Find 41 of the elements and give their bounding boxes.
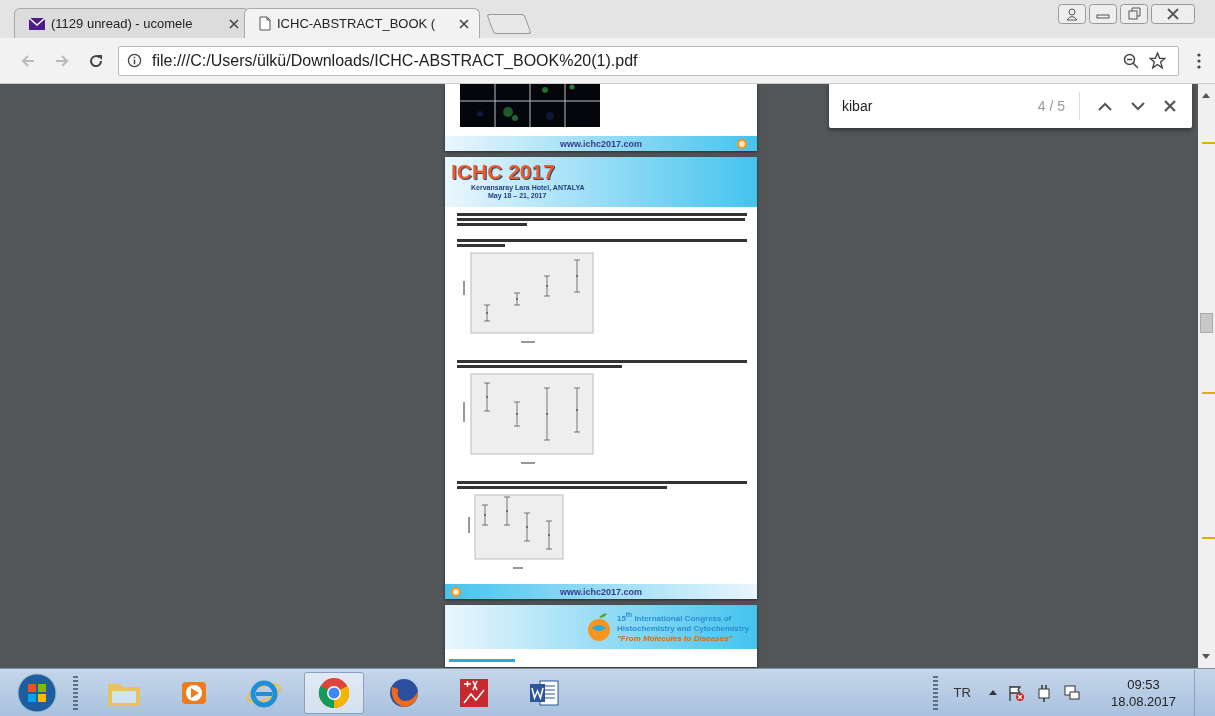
word-document-icon [528, 677, 560, 708]
find-field[interactable]: kibar [842, 98, 1038, 114]
flag-icon[interactable] [1006, 683, 1025, 702]
start-button-icon[interactable] [17, 672, 57, 713]
close-icon[interactable] [459, 18, 469, 29]
chrome-icon [318, 676, 350, 709]
language-indicator[interactable]: TR [953, 685, 971, 700]
fruit-logo-icon [586, 612, 611, 642]
fox-globe-icon [388, 676, 420, 709]
address-field[interactable]: file:///C:/Users/ülkü/Downloads/ICHC-ABSTRACT_BOOK%20(1).pdf [118, 45, 1179, 76]
document-icon [259, 16, 271, 31]
close-icon[interactable] [1164, 100, 1176, 112]
reload-icon[interactable] [88, 52, 104, 69]
zoom-icon[interactable] [1123, 52, 1139, 69]
menu-icon[interactable] [1197, 52, 1201, 69]
blurred-text-drawing [449, 659, 515, 663]
motto-text: "From Molecules to Diseases" [616, 633, 734, 644]
network-icon[interactable] [1062, 683, 1081, 702]
user-icon[interactable] [1058, 4, 1086, 24]
scroll-down-icon[interactable] [1202, 654, 1210, 659]
conference-title: ICHC 2017 [451, 160, 555, 184]
star-icon[interactable] [1149, 52, 1166, 69]
match-count: 4 / 5 [1037, 98, 1065, 114]
chevron-down-icon[interactable] [1131, 101, 1145, 111]
info-icon [127, 53, 142, 68]
formula-icon [459, 677, 489, 708]
clock-date[interactable]: 18.08.2017 [1110, 692, 1176, 710]
congress-title-line: Histochemistry and Cytochemistry [616, 623, 749, 634]
scrollbar[interactable] [1198, 84, 1215, 668]
page-number-badge-icon [451, 586, 461, 597]
envelope-icon [29, 17, 45, 30]
taskbar-app-button[interactable] [304, 671, 364, 714]
caret-up-icon[interactable] [988, 690, 997, 695]
browser-tab[interactable]: ICHC-ABSTRACT_BOOK ( [244, 8, 480, 38]
chevron-up-icon[interactable] [1098, 101, 1112, 111]
scroll-thumb[interactable] [1200, 313, 1213, 333]
close-icon[interactable] [1151, 4, 1195, 24]
page-number-badge-icon [737, 138, 747, 149]
clock-time[interactable]: 09:53 [1127, 675, 1160, 693]
scroll-up-icon[interactable] [1202, 93, 1210, 98]
close-icon[interactable] [229, 18, 239, 29]
